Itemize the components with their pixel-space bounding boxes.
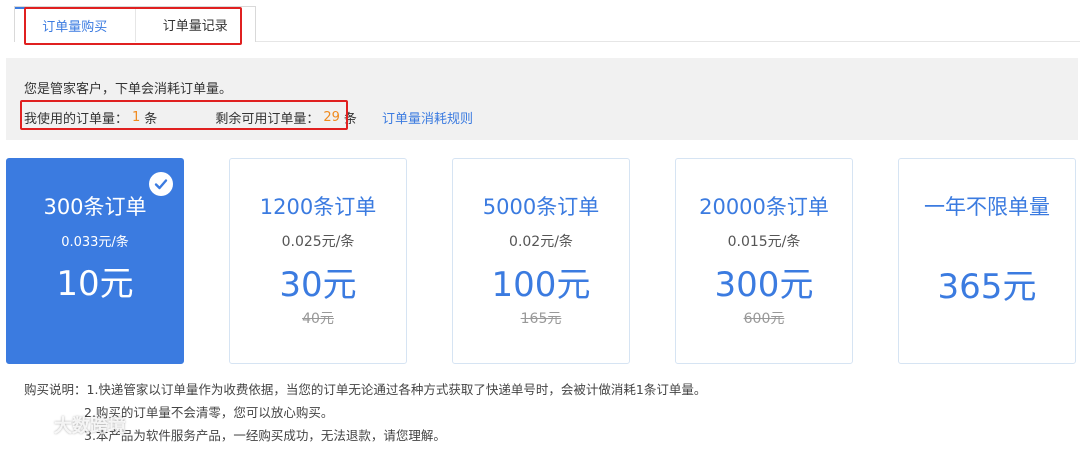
tab-order-purchase[interactable]: 订单量购买 — [15, 7, 135, 42]
package-original-price: 600元 — [743, 311, 785, 327]
package-original-price: 165元 — [520, 311, 562, 327]
logo-icon — [10, 414, 44, 436]
tab-order-records[interactable]: 订单量记录 — [134, 7, 256, 42]
tab-divider — [256, 41, 1080, 42]
note-line-1: 购买说明：1.快递管家以订单量作为收费依据，当您的订单无论通过各种方式获取了快递… — [24, 382, 707, 397]
watermark-text: 大数跨境 — [54, 416, 126, 437]
check-icon — [149, 172, 173, 196]
package-price: 300元 — [714, 265, 814, 305]
package-card-300[interactable]: 300条订单 0.033元/条 10元 — [6, 158, 184, 364]
package-price: 365元 — [937, 267, 1037, 307]
note-line-2: 2.购买的订单量不会清零，您可以放心购买。 — [84, 405, 334, 420]
used-quota-value: 1 — [132, 110, 141, 125]
package-card-20000[interactable]: 20000条订单 0.015元/条 300元 600元 — [675, 158, 853, 364]
remaining-quota-unit: 条 — [343, 112, 357, 127]
package-title: 一年不限单量 — [924, 195, 1050, 219]
package-price: 10元 — [56, 264, 134, 304]
package-card-unlimited[interactable]: 一年不限单量 365元 — [898, 158, 1076, 364]
package-card-5000[interactable]: 5000条订单 0.02元/条 100元 165元 — [452, 158, 630, 364]
package-title: 1200条订单 — [259, 195, 377, 219]
used-quota-unit: 条 — [144, 112, 158, 127]
package-unit-price: 0.025元/条 — [281, 234, 355, 250]
package-price: 30元 — [279, 265, 357, 305]
package-unit-price: 0.033元/条 — [61, 235, 129, 250]
account-info-panel: 您是管家客户，下单会消耗订单量。 我使用的订单量： 1 条 剩余可用订单量： 2… — [6, 58, 1078, 140]
consumption-rule-link[interactable]: 订单量消耗规则 — [382, 108, 473, 127]
quota-summary: 我使用的订单量： 1 条 剩余可用订单量： 29 条 — [24, 108, 357, 127]
package-title: 20000条订单 — [699, 195, 829, 219]
package-price: 100元 — [491, 265, 591, 305]
customer-notice: 您是管家客户，下单会消耗订单量。 — [24, 82, 233, 97]
order-quota-page: 订单量购买 订单量记录 您是管家客户，下单会消耗订单量。 我使用的订单量： 1 … — [0, 0, 1080, 449]
note-line-3: 3.本产品为软件服务产品，一经购买成功，无法退款，请您理解。 — [84, 428, 446, 443]
watermark: 大数跨境 — [8, 412, 126, 438]
purchase-notes: 购买说明：1.快递管家以订单量作为收费依据，当您的订单无论通过各种方式获取了快递… — [24, 378, 706, 447]
remaining-quota-value: 29 — [323, 110, 340, 125]
tab-bar: 订单量购买 订单量记录 — [14, 6, 256, 42]
package-unit-price: 0.02元/条 — [509, 234, 573, 250]
package-card-1200[interactable]: 1200条订单 0.025元/条 30元 40元 — [229, 158, 407, 364]
used-quota-label: 我使用的订单量： — [24, 112, 129, 127]
package-title: 5000条订单 — [482, 195, 600, 219]
package-unit-price: 0.015元/条 — [727, 234, 801, 250]
package-original-price: 40元 — [302, 311, 334, 327]
remaining-quota-label: 剩余可用订单量： — [215, 112, 320, 127]
